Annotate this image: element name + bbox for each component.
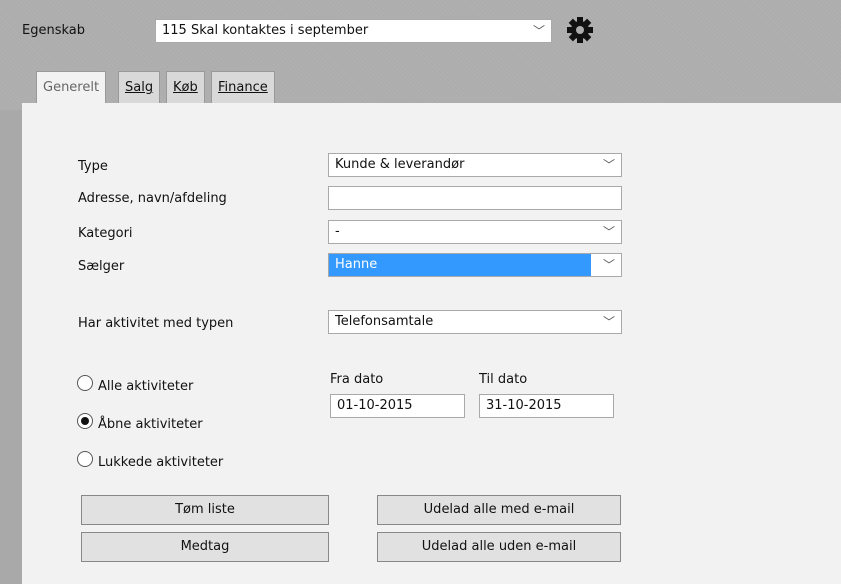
- type-select-value: Kunde & leverandør: [335, 157, 465, 172]
- tab-koeb[interactable]: Køb: [166, 71, 205, 103]
- from-date-input[interactable]: 01-10-2015: [330, 394, 465, 418]
- chevron-down-icon: ﹀: [532, 24, 545, 38]
- tab-generelt[interactable]: Generelt: [36, 71, 107, 105]
- to-date-input[interactable]: 31-10-2015: [479, 394, 614, 418]
- chevron-down-icon: ﹀: [602, 315, 615, 329]
- chevron-down-icon: ﹀: [602, 158, 615, 172]
- tab-label: Salg: [125, 80, 154, 95]
- exclude-with-email-button[interactable]: Udelad alle med e-mail: [377, 495, 621, 525]
- top-bar: Egenskab 115 Skal kontaktes i september …: [0, 0, 841, 110]
- seller-label: Sælger: [78, 259, 125, 274]
- exclude-without-email-button[interactable]: Udelad alle uden e-mail: [377, 532, 621, 562]
- radio-open-activities[interactable]: [77, 413, 93, 429]
- include-button[interactable]: Medtag: [81, 532, 329, 562]
- clear-list-button[interactable]: Tøm liste: [81, 495, 329, 525]
- tab-finance[interactable]: Finance: [211, 71, 275, 103]
- radio-label: Åbne aktiviteter: [98, 417, 203, 432]
- category-select-value: -: [335, 224, 340, 239]
- type-label: Type: [78, 159, 108, 174]
- address-label: Adresse, navn/afdeling: [78, 191, 227, 206]
- activity-type-select-value: Telefonsamtale: [335, 314, 434, 329]
- category-label: Kategori: [78, 226, 133, 241]
- radio-closed-activities[interactable]: [77, 451, 93, 467]
- tab-salg[interactable]: Salg: [118, 71, 161, 103]
- address-input[interactable]: [328, 186, 622, 210]
- radio-all-activities[interactable]: [77, 375, 93, 391]
- type-select[interactable]: Kunde & leverandør ﹀: [328, 153, 622, 177]
- activity-type-label: Har aktivitet med typen: [78, 316, 234, 331]
- gear-icon[interactable]: [565, 15, 595, 45]
- tab-label: Køb: [173, 80, 198, 95]
- property-select[interactable]: 115 Skal kontaktes i september ﹀: [155, 19, 552, 43]
- property-label: Egenskab: [22, 23, 85, 38]
- seller-select-value: Hanne: [329, 254, 591, 276]
- radio-label: Lukkede aktiviteter: [98, 455, 224, 470]
- tab-label: Generelt: [43, 80, 100, 95]
- activity-type-select[interactable]: Telefonsamtale ﹀: [328, 310, 622, 334]
- tab-label: Finance: [218, 80, 268, 95]
- to-date-label: Til dato: [479, 372, 528, 387]
- from-date-label: Fra dato: [330, 372, 384, 387]
- chevron-down-icon: ﹀: [602, 258, 615, 272]
- seller-select[interactable]: Hanne ﹀: [328, 253, 622, 277]
- radio-label: Alle aktiviteter: [98, 379, 194, 394]
- chevron-down-icon: ﹀: [602, 225, 615, 239]
- category-select[interactable]: - ﹀: [328, 220, 622, 244]
- property-select-value: 115 Skal kontaktes i september: [162, 23, 369, 38]
